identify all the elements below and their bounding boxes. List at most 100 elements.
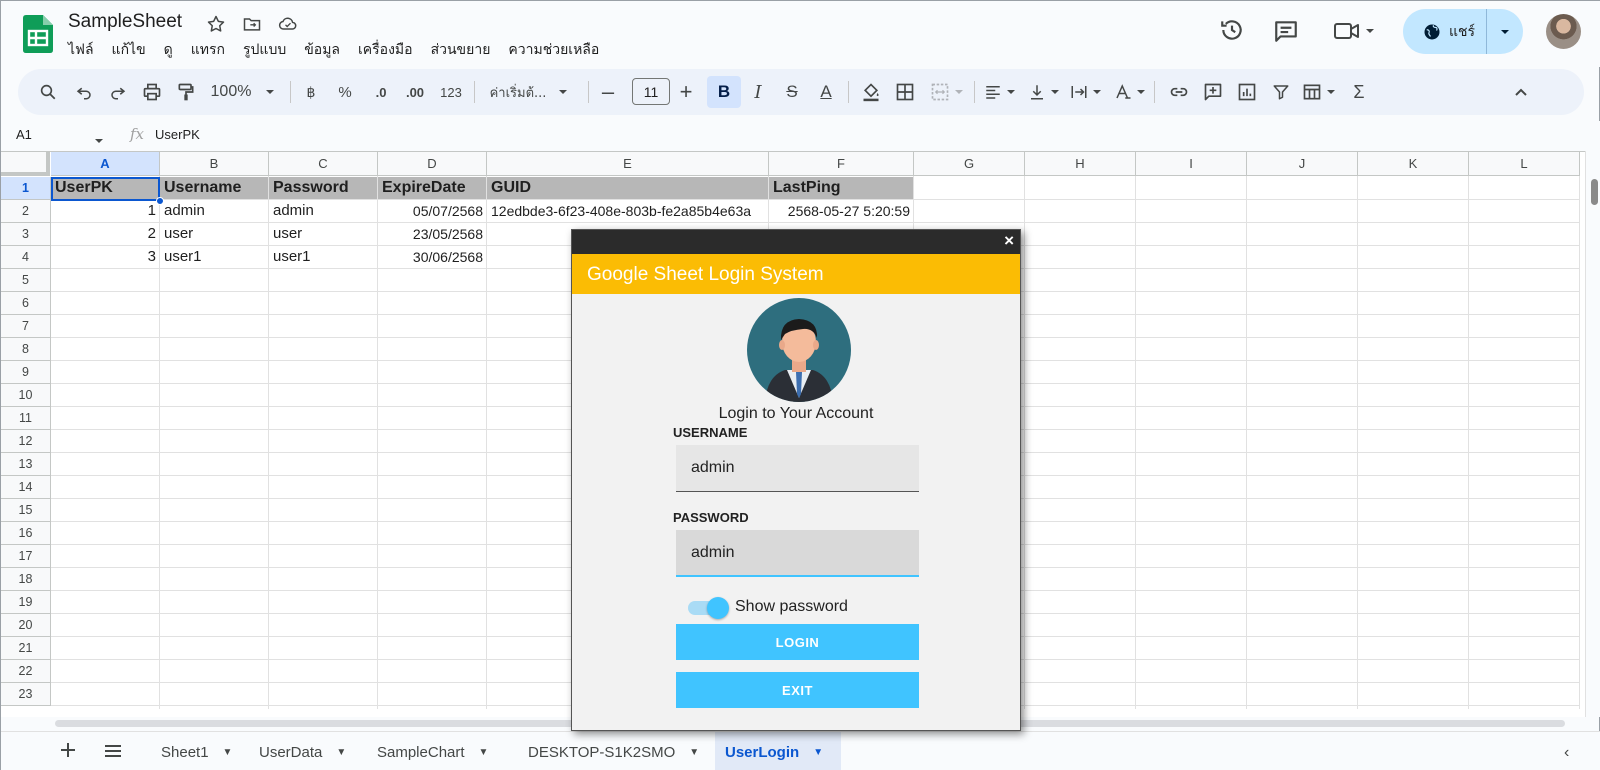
username-field[interactable]: admin <box>676 445 919 492</box>
print-icon[interactable] <box>138 69 166 115</box>
chevron-down-icon[interactable]: ▼ <box>479 747 489 758</box>
cell-d4[interactable]: 30/06/2568 <box>378 246 487 268</box>
comments-icon[interactable] <box>1273 18 1299 49</box>
row-header-23[interactable]: 23 <box>1 683 51 706</box>
row-header-8[interactable]: 8 <box>1 338 51 361</box>
cell-d1[interactable]: ExpireDate <box>378 177 487 199</box>
decrease-decimal-button[interactable]: .0 <box>366 69 396 115</box>
text-color-button[interactable]: A <box>809 69 843 115</box>
row-header-4[interactable]: 4 <box>1 246 51 269</box>
cell-f2[interactable]: 2568-05-27 5:20:59 <box>769 200 914 222</box>
column-header-l[interactable]: L <box>1469 152 1580 176</box>
menu-format[interactable]: รูปแบบ <box>243 39 286 61</box>
password-field[interactable]: admin <box>676 530 919 577</box>
cell-a4[interactable]: 3 <box>51 246 160 268</box>
collapse-toolbar-icon[interactable] <box>1506 69 1536 115</box>
row-header-22[interactable]: 22 <box>1 660 51 683</box>
row-header-19[interactable]: 19 <box>1 591 51 614</box>
tab-desktop-s1k2smo[interactable]: DESKTOP-S1K2SMO ▼ <box>518 732 710 770</box>
row-header-7[interactable]: 7 <box>1 315 51 338</box>
row-header-16[interactable]: 16 <box>1 522 51 545</box>
share-main[interactable]: แชร์ <box>1403 9 1487 54</box>
row-header-21[interactable]: 21 <box>1 637 51 660</box>
cell-c3[interactable]: user <box>269 223 378 245</box>
menu-file[interactable]: ไฟล์ <box>68 39 94 61</box>
formula-input[interactable]: UserPK <box>155 127 200 142</box>
chevron-down-icon[interactable]: ▼ <box>689 747 699 758</box>
login-button[interactable]: LOGIN <box>676 624 919 660</box>
menu-insert[interactable]: แทรก <box>191 39 225 61</box>
row-header-13[interactable]: 13 <box>1 453 51 476</box>
merge-cells-button[interactable] <box>924 69 970 115</box>
row-header-12[interactable]: 12 <box>1 430 51 453</box>
cell-a3[interactable]: 2 <box>51 223 160 245</box>
menu-edit[interactable]: แก้ไข <box>112 39 146 61</box>
sheets-logo-icon[interactable] <box>23 15 53 53</box>
row-header-18[interactable]: 18 <box>1 568 51 591</box>
insert-chart-icon[interactable] <box>1232 69 1262 115</box>
functions-sigma-icon[interactable]: Σ <box>1344 69 1374 115</box>
cell-d3[interactable]: 23/05/2568 <box>378 223 487 245</box>
font-family-select[interactable]: ค่าเริ่มต้... <box>486 69 572 115</box>
undo-icon[interactable] <box>70 69 98 115</box>
fill-handle[interactable] <box>156 197 164 205</box>
show-password-toggle[interactable] <box>688 596 729 620</box>
currency-format-button[interactable]: ฿ <box>300 69 322 115</box>
menu-extensions[interactable]: ส่วนขยาย <box>431 39 491 61</box>
number-format-button[interactable]: 123 <box>436 69 466 115</box>
redo-icon[interactable] <box>104 69 132 115</box>
collapse-sidepanel-icon[interactable]: ‹ <box>1564 744 1569 762</box>
menu-view[interactable]: ดู <box>164 39 173 61</box>
row-header-11[interactable]: 11 <box>1 407 51 430</box>
tab-userdata[interactable]: UserData ▼ <box>249 732 359 770</box>
row-header-1[interactable]: 1 <box>1 177 51 200</box>
document-title[interactable]: SampleSheet <box>68 11 182 33</box>
column-header-h[interactable]: H <box>1025 152 1136 176</box>
cell-b4[interactable]: user1 <box>160 246 269 268</box>
menu-data[interactable]: ข้อมูล <box>304 39 340 61</box>
tab-sheet1[interactable]: Sheet1 ▼ <box>151 732 246 770</box>
vertical-scroll-thumb[interactable] <box>1591 179 1598 205</box>
font-size-input[interactable]: 11 <box>632 78 670 105</box>
text-rotation-button[interactable] <box>1110 69 1150 115</box>
row-header-9[interactable]: 9 <box>1 361 51 384</box>
exit-button[interactable]: EXIT <box>676 672 919 708</box>
cell-f1[interactable]: LastPing <box>769 177 914 199</box>
close-icon[interactable]: × <box>1004 231 1014 251</box>
tab-userlogin[interactable]: UserLogin ▼ <box>715 732 841 770</box>
add-sheet-button[interactable] <box>58 740 78 765</box>
menu-tools[interactable]: เครื่องมือ <box>358 39 413 61</box>
account-avatar[interactable] <box>1546 14 1581 49</box>
row-header-6[interactable]: 6 <box>1 292 51 315</box>
font-size-increase-button[interactable]: + <box>674 69 698 115</box>
row-header-17[interactable]: 17 <box>1 545 51 568</box>
fill-color-icon[interactable] <box>856 69 886 115</box>
select-all-corner[interactable] <box>1 152 50 176</box>
insert-link-icon[interactable] <box>1164 69 1194 115</box>
filter-icon[interactable] <box>1266 69 1296 115</box>
cell-d2[interactable]: 05/07/2568 <box>378 200 487 222</box>
move-folder-icon[interactable] <box>241 13 263 35</box>
tab-samplechart[interactable]: SampleChart ▼ <box>367 732 501 770</box>
increase-decimal-button[interactable]: .00 <box>400 69 430 115</box>
chevron-down-icon[interactable]: ▼ <box>223 747 233 758</box>
version-history-icon[interactable] <box>1219 17 1245 48</box>
cell-b1[interactable]: Username <box>160 177 269 199</box>
row-header-10[interactable]: 10 <box>1 384 51 407</box>
column-header-g[interactable]: G <box>914 152 1025 176</box>
row-header-3[interactable]: 3 <box>1 223 51 246</box>
all-sheets-button[interactable] <box>103 742 123 765</box>
italic-button[interactable]: I <box>741 69 775 115</box>
row-header-15[interactable]: 15 <box>1 499 51 522</box>
column-header-b[interactable]: B <box>160 152 269 176</box>
cell-c1[interactable]: Password <box>269 177 378 199</box>
strikethrough-button[interactable]: S <box>775 69 809 115</box>
vertical-scrollbar[interactable] <box>1585 151 1600 717</box>
column-header-f[interactable]: F <box>769 152 914 176</box>
bold-button[interactable]: B <box>707 69 741 115</box>
cell-b3[interactable]: user <box>160 223 269 245</box>
cell-c2[interactable]: admin <box>269 200 378 222</box>
zoom-select[interactable]: 100% <box>208 69 278 115</box>
font-size-decrease-button[interactable]: – <box>596 69 620 115</box>
cell-e2[interactable]: 12edbde3-6f23-408e-803b-fe2a85b4e63a <box>487 200 769 222</box>
